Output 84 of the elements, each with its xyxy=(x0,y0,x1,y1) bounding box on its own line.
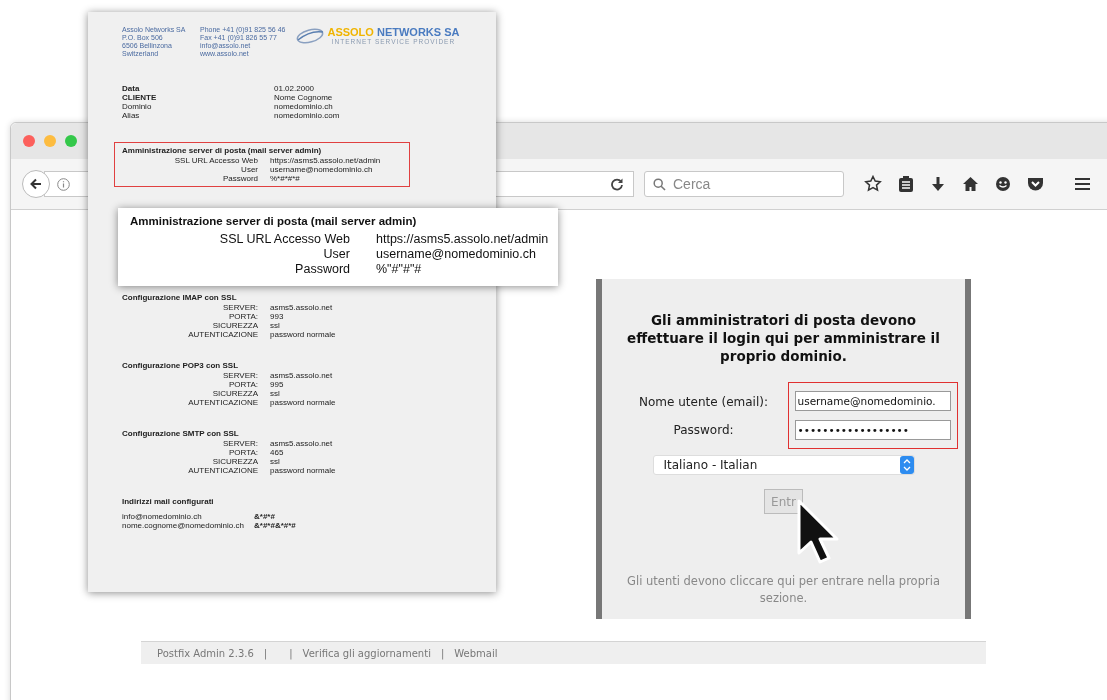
logo-text: ASSOLO NETWORKS SA xyxy=(327,26,460,38)
footer-separator: | xyxy=(440,647,445,659)
login-heading: Gli amministratori di posta devono effettuare il login qui per amministrare il proprio dominio. xyxy=(626,311,941,365)
field-label: User xyxy=(322,247,350,262)
field-label: Password xyxy=(294,262,350,277)
section-title: Configurazione POP3 con SSL xyxy=(122,361,239,371)
pocket-icon[interactable] xyxy=(1027,176,1044,192)
search-icon xyxy=(653,177,666,191)
field-label: SICUREZZA xyxy=(211,321,258,330)
info-value: Nome Cognome xyxy=(274,93,334,102)
field-value: ssl xyxy=(270,389,281,398)
bookmark-star-icon[interactable] xyxy=(864,175,882,193)
email-address: nome.cognome@nomedominio.ch xyxy=(122,521,245,530)
username-label: Nome utente (email): xyxy=(639,394,768,409)
section-title: Configurazione IMAP con SSL xyxy=(122,293,238,303)
field-value: ssl xyxy=(270,457,281,466)
field-label: AUTENTICAZIONE xyxy=(187,330,258,339)
field-value: 995 xyxy=(270,380,285,389)
info-value: 01.02.2000 xyxy=(274,84,316,93)
field-value: 465 xyxy=(270,448,285,457)
field-label: AUTENTICAZIONE xyxy=(187,398,258,407)
info-label: Dominio xyxy=(122,102,153,111)
field-value: asms5.assolo.net xyxy=(270,371,334,380)
field-label: Password xyxy=(221,174,258,183)
field-value: password normale xyxy=(270,398,337,407)
field-label: SICUREZZA xyxy=(211,457,258,466)
submit-button[interactable]: Entr xyxy=(764,489,803,514)
info-value: nomedominio.ch xyxy=(274,102,334,111)
footer-link[interactable]: Verifica gli aggiornamenti xyxy=(302,647,431,659)
password-label: Password: xyxy=(673,422,734,437)
username-field[interactable]: username@nomedominio. xyxy=(794,391,951,411)
field-label: SERVER: xyxy=(222,303,258,312)
info-label: Data xyxy=(122,84,141,93)
info-value: nomedominio.com xyxy=(274,111,341,120)
field-value: ssl xyxy=(270,321,281,330)
reading-list-icon[interactable] xyxy=(898,175,914,193)
smiley-icon[interactable] xyxy=(995,176,1011,192)
home-icon[interactable] xyxy=(962,176,979,192)
menu-icon[interactable] xyxy=(1074,177,1091,191)
info-label: Alias xyxy=(122,111,141,120)
field-value: %*#*#*# xyxy=(270,174,301,183)
search-field[interactable]: Cerca xyxy=(644,171,844,197)
field-label: SERVER: xyxy=(222,371,258,380)
field-value: 993 xyxy=(270,312,285,321)
email-address: info@nomedominio.ch xyxy=(122,512,203,521)
field-value: password normale xyxy=(270,466,337,475)
field-label: PORTA: xyxy=(227,380,258,389)
field-value: asms5.assolo.net xyxy=(270,303,334,312)
email-password: &*#*#&*#*# xyxy=(254,521,297,530)
field-label: PORTA: xyxy=(227,448,258,457)
field-label: PORTA: xyxy=(227,312,258,321)
field-label: SICUREZZA xyxy=(211,389,258,398)
reload-icon[interactable] xyxy=(610,177,624,191)
section-title: Amministrazione server di posta (mail server admin) xyxy=(122,146,323,156)
info-icon[interactable] xyxy=(57,177,70,191)
language-dropdown[interactable]: Italiano - Italian xyxy=(652,455,915,475)
field-label: SERVER: xyxy=(222,439,258,448)
swoosh-logo-icon xyxy=(295,26,326,45)
footer-separator: | xyxy=(289,647,293,659)
footer-link[interactable]: Webmail xyxy=(454,647,498,659)
info-label: CLIENTE xyxy=(122,93,158,102)
field-label: SSL URL Accesso Web xyxy=(173,156,258,165)
field-value: asms5.assolo.net xyxy=(270,439,334,448)
back-arrow-icon xyxy=(29,177,43,191)
footer-link[interactable]: Postfix Admin 2.3.6 xyxy=(157,647,254,659)
field-value: password normale xyxy=(270,330,337,339)
field-value: %"#"#"# xyxy=(376,262,423,277)
field-value: username@nomedominio.ch xyxy=(376,247,537,262)
email-password: &*#*# xyxy=(254,512,276,521)
users-login-link[interactable]: Gli utenti devono cliccare qui per entrare nella propria sezione. xyxy=(613,573,954,607)
download-icon[interactable] xyxy=(930,175,946,193)
dropdown-arrows-icon xyxy=(899,456,914,474)
field-label: User xyxy=(240,165,258,174)
field-label: AUTENTICAZIONE xyxy=(187,466,258,475)
callout-title: Amministrazione server di posta (mail server admin) xyxy=(130,214,418,228)
back-button[interactable] xyxy=(22,170,50,198)
field-value: https://asms5.assolo.net/admin xyxy=(376,232,550,247)
field-value: username@nomedominio.ch xyxy=(270,165,374,174)
password-field[interactable]: •••••••••••••••••• xyxy=(794,420,951,440)
field-value: https://asms5.assolo.net/admin xyxy=(270,156,382,165)
section-title: Indirizzi mail configurati xyxy=(122,497,215,507)
footer-separator: | xyxy=(263,647,268,659)
field-label: SSL URL Accesso Web xyxy=(218,232,350,247)
section-title: Configurazione SMTP con SSL xyxy=(122,429,240,439)
